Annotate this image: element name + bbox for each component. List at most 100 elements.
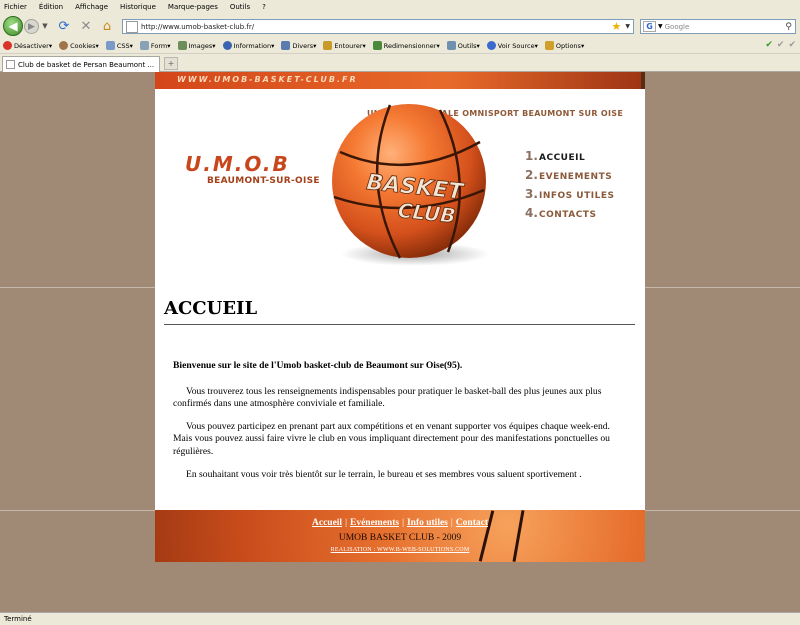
new-tab-button[interactable]: + <box>164 57 178 70</box>
wd-form-button[interactable]: Form ▾ <box>139 41 171 50</box>
page-icon <box>126 20 138 33</box>
wd-information-button[interactable]: Information ▾ <box>222 41 274 50</box>
chevron-down-icon: ▼ <box>42 22 48 30</box>
wd-entourer-button[interactable]: Entourer ▾ <box>323 41 366 50</box>
content-paragraph: Vous trouverez tous les renseignements i… <box>173 385 602 410</box>
misc-icon <box>281 41 291 50</box>
menu-bar: Fichier Édition Affichage Historique Mar… <box>0 0 800 14</box>
main-content: Bienvenue sur le site de l'Umob basket-c… <box>173 360 629 491</box>
close-icon: ✕ <box>80 18 92 34</box>
intro-paragraph: Bienvenue sur le site de l'Umob basket-c… <box>173 360 463 371</box>
title-divider <box>164 324 635 325</box>
chevron-down-icon[interactable]: ▼ <box>658 23 663 30</box>
wd-voir-source-button[interactable]: Voir Source ▾ <box>486 41 538 50</box>
validation-status: ✔ ✔ ✔ <box>765 40 796 50</box>
footer-link-accueil[interactable]: Accueil <box>312 518 342 528</box>
site-top-banner: WWW.UMOB-BASKET-CLUB.FR <box>155 72 645 89</box>
reload-icon: ⟳ <box>58 18 70 34</box>
checkmark-icon[interactable]: ✔ <box>788 40 796 50</box>
banner-edge <box>641 72 645 89</box>
wd-redimensionner-button[interactable]: Redimensionner ▾ <box>372 41 440 50</box>
nav-item-accueil[interactable]: 1. ACCUEIL <box>525 149 614 168</box>
main-nav: 1. ACCUEIL 2. EVENEMENTS 3. INFOS UTILES… <box>525 149 614 225</box>
menu-outils[interactable]: Outils <box>230 3 250 11</box>
image-icon <box>177 41 187 50</box>
status-bar: Terminé <box>0 612 800 625</box>
footer-credit-link[interactable]: REALISATION : WWW.B-WEB-SOLUTIONS.COM <box>155 547 645 553</box>
web-developer-toolbar: Désactiver ▾ Cookies ▾ CSS ▾ Form ▾ Images ▾ … <box>0 38 800 54</box>
menu-help[interactable]: ? <box>262 3 266 11</box>
city-subtitle: BEAUMONT-SUR-OISE <box>207 176 320 186</box>
css-icon <box>105 41 115 50</box>
forward-arrow-icon: ▶ <box>28 21 35 32</box>
menu-fichier[interactable]: Fichier <box>4 3 27 11</box>
home-button[interactable]: ⌂ <box>98 17 116 35</box>
bookmark-star-icon[interactable]: ★ <box>612 20 622 33</box>
plus-icon: + <box>167 59 175 68</box>
nav-item-infos-utiles[interactable]: 3. INFOS UTILES <box>525 187 614 206</box>
separator: | <box>345 518 347 528</box>
tab-title: Club de basket de Persan Beaumont ... <box>18 60 155 69</box>
basketball-logo: BASKET CLUB <box>330 102 490 266</box>
info-icon <box>222 41 232 50</box>
separator: | <box>450 518 453 528</box>
page-title: ACCUEIL <box>164 298 258 319</box>
umob-logo[interactable]: U.M.O.B <box>185 152 290 176</box>
menu-affichage[interactable]: Affichage <box>75 3 108 11</box>
footer-copyright: UMOB BASKET CLUB - 2009 <box>338 533 462 543</box>
history-dropdown-button[interactable]: ▼ <box>40 17 50 35</box>
form-icon <box>139 41 149 50</box>
stop-button[interactable]: ✕ <box>77 17 95 35</box>
pencil-icon <box>323 41 333 50</box>
back-button[interactable]: ◀ <box>3 16 23 36</box>
nav-item-evenements[interactable]: 2. EVENEMENTS <box>525 168 614 187</box>
search-icon[interactable]: ⚲ <box>785 22 792 32</box>
back-arrow-icon: ◀ <box>8 19 18 33</box>
resize-icon <box>372 41 382 50</box>
tab-bar: Club de basket de Persan Beaumont ... + <box>0 54 800 72</box>
footer-link-contact[interactable]: Contact <box>456 518 488 528</box>
wrench-icon <box>446 41 456 50</box>
wd-divers-button[interactable]: Divers ▾ <box>281 41 316 50</box>
menu-historique[interactable]: Historique <box>120 3 156 11</box>
wd-desactiver-button[interactable]: Désactiver ▾ <box>3 41 52 50</box>
source-icon <box>486 41 496 50</box>
page-icon <box>6 60 15 69</box>
status-text: Terminé <box>4 615 32 623</box>
wd-images-button[interactable]: Images ▾ <box>177 41 216 50</box>
menu-edition[interactable]: Édition <box>39 3 63 11</box>
chevron-down-icon[interactable]: ▼ <box>625 23 630 30</box>
wd-options-button[interactable]: Options ▾ <box>544 41 584 50</box>
navigation-toolbar: ◀ ▶ ▼ ⟳ ✕ ⌂ http://www.umob-basket-club.… <box>0 14 800 38</box>
home-icon: ⌂ <box>102 18 112 34</box>
wd-css-button[interactable]: CSS ▾ <box>105 41 133 50</box>
content-paragraph: Vous pouvez participez en prenant part a… <box>173 420 610 457</box>
basketball-icon: BASKET CLUB <box>332 104 486 259</box>
separator: | <box>402 518 404 528</box>
forward-button[interactable]: ▶ <box>24 19 39 34</box>
search-bar[interactable]: G ▼ Google ⚲ <box>640 19 796 34</box>
site-footer: Accueil | Evénements | Info utiles | Contact U… <box>155 510 645 562</box>
url-input[interactable]: http://www.umob-basket-club.fr/ <box>141 23 612 31</box>
footer-link-evenements[interactable]: Evénements <box>350 518 399 528</box>
address-bar[interactable]: http://www.umob-basket-club.fr/ ★ ▼ <box>122 19 634 34</box>
content-paragraph: En souhaitant vous voir très bientôt sur… <box>186 468 582 480</box>
checkmark-icon[interactable]: ✔ <box>777 40 785 50</box>
google-icon[interactable]: G <box>643 21 656 32</box>
wd-outils-button[interactable]: Outils ▾ <box>446 41 480 50</box>
reload-button[interactable]: ⟳ <box>55 17 73 35</box>
options-icon <box>544 41 554 50</box>
block-icon <box>3 41 12 50</box>
cookie-icon <box>59 41 69 50</box>
page-viewport: WWW.UMOB-BASKET-CLUB.FR UNION MUNICIPALE… <box>0 72 800 612</box>
footer-link-info-utiles[interactable]: Info utiles <box>407 518 448 528</box>
nav-item-contacts[interactable]: 4. CONTACTS <box>525 206 614 225</box>
footer-nav: Accueil | Evénements | Info utiles | Contact <box>155 518 645 528</box>
checkmark-icon[interactable]: ✔ <box>765 40 773 50</box>
search-input[interactable]: Google <box>665 23 786 31</box>
menu-marque-pages[interactable]: Marque-pages <box>168 3 218 11</box>
wd-cookies-button[interactable]: Cookies ▾ <box>59 41 99 50</box>
tab-active[interactable]: Club de basket de Persan Beaumont ... <box>2 56 160 72</box>
site-container: WWW.UMOB-BASKET-CLUB.FR UNION MUNICIPALE… <box>155 72 645 562</box>
site-url-banner: WWW.UMOB-BASKET-CLUB.FR <box>177 75 358 84</box>
